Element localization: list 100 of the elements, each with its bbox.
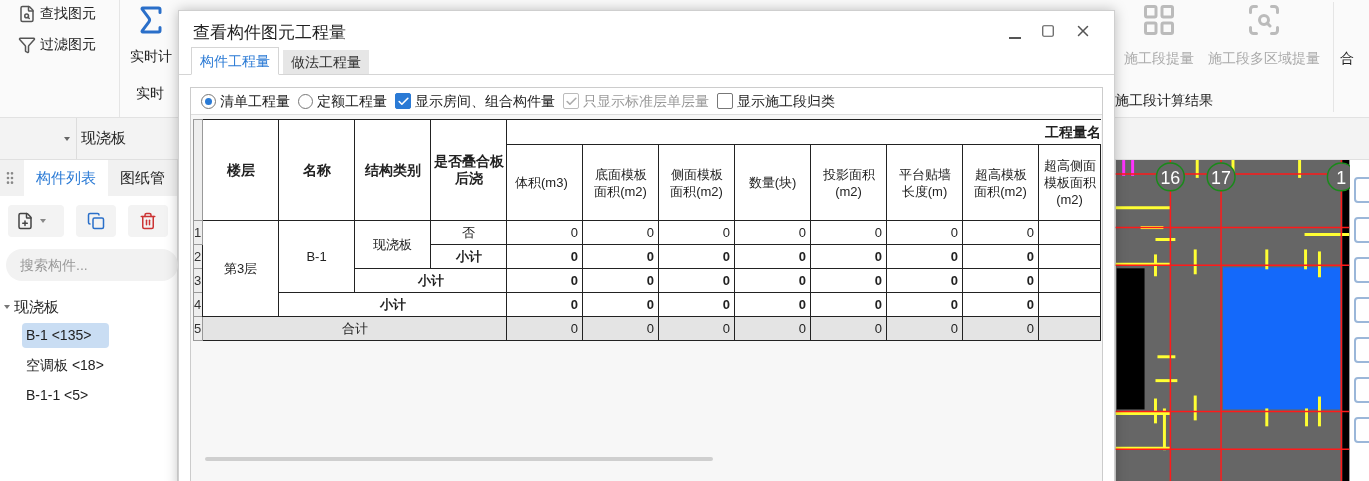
table-cell: 0 [962,292,1039,317]
table-cell: 0 [658,292,735,317]
table-cell: 0 [810,268,887,293]
tree-item[interactable]: 空调板 <18> [22,353,108,378]
dialog-tab[interactable]: 做法工程量 [283,50,369,74]
search-field[interactable]: 搜索构件... [6,249,178,281]
table-cell: 0 [886,220,963,245]
checkbox[interactable] [717,93,733,109]
new-button[interactable] [8,205,64,237]
checkbox[interactable] [395,93,411,109]
row-number: 5 [193,316,203,341]
panel-tab[interactable]: 构件列表 [24,160,108,196]
table-cell: 0 [734,220,811,245]
column-header: 楼层 [202,119,279,221]
scan-icon [1246,2,1282,38]
table-cell: 现浇板 [354,220,431,269]
table-cell: 0 [734,292,811,317]
table-cell: 0 [734,244,811,269]
dialog-title: 查看构件图元工程量 [193,22,347,45]
expand-caret-icon[interactable] [4,305,10,309]
group-header: 工程量名 [1044,124,1101,140]
table-cell: 0 [582,268,659,293]
column-header: 投影面积(m2) [810,144,887,221]
ribbon-item[interactable]: 过滤图元 [18,34,119,55]
table-cell: 0 [810,316,887,341]
delete-button[interactable] [128,205,168,237]
table-cell: 0 [962,268,1039,293]
column-header: 底面模板面积(m2) [582,144,659,221]
table-cell: 0 [658,268,735,293]
column-header: 体积(m3) [506,144,583,221]
table-cell: 0 [506,220,583,245]
table-cell: 0 [658,244,735,269]
column-header: 平台贴墙长度(m) [886,144,963,221]
group-label: 施工段计算结果 [1115,91,1214,110]
grid-icon [1141,2,1177,38]
group-label: 实时 [135,84,164,103]
table-cell: 0 [886,268,963,293]
radio-option[interactable]: 清单工程量 [201,90,290,112]
copy-button[interactable] [76,205,116,237]
column-header: 数量(块) [734,144,811,221]
minimize-icon [1009,37,1021,39]
table-cell: 否 [430,220,507,245]
table-cell: 0 [582,292,659,317]
table-cell: 小计 [430,244,507,269]
tree-item[interactable]: B-1-1 <5> [22,383,93,408]
row-number: 2 [193,244,203,269]
tree-item[interactable]: 现浇板 [14,295,59,319]
scrollbar[interactable] [205,457,713,461]
trash-icon [139,212,157,230]
copy-icon [87,212,105,230]
radio-button[interactable] [201,93,216,109]
table-cell: 0 [886,292,963,317]
table-cell: 0 [506,292,583,317]
table-cell: 0 [658,220,735,245]
table-cell: 0 [506,244,583,269]
table-cell: 0 [658,316,735,341]
checkbox-option[interactable]: 显示房间、组合构件量 [395,90,555,112]
filter-icon [18,35,36,54]
table-cell: 小计 [354,268,507,293]
column-header: 侧面模板面积(m2) [658,144,735,221]
table-cell: 小计 [278,292,507,317]
table-cell: 0 [506,316,583,341]
table-cell: 0 [734,316,811,341]
column-header: 是否叠合板后浇 [430,119,507,221]
table-cell: 0 [962,220,1039,245]
table-cell: 0 [810,292,887,317]
table-cell: 0 [506,268,583,293]
radio-option[interactable]: 定额工程量 [298,90,387,112]
checkbox-option[interactable]: 显示施工段归类 [717,90,835,112]
column-header: 超高模板面积(m2) [962,144,1039,221]
row-number: 1 [193,220,203,245]
table-cell: B-1 [278,220,355,293]
table-cell: 0 [810,244,887,269]
new-file-icon [16,212,34,230]
dialog-tab[interactable]: 构件工程量 [191,47,279,75]
column-header: 超高侧面模板面积(m2) [1038,144,1101,221]
row-number: 4 [193,292,203,317]
radio-button[interactable] [298,93,313,109]
caret-icon[interactable] [64,136,70,141]
ribbon-item[interactable]: 查找图元 [18,3,119,24]
cad-drawing: 16 17 1 [1115,160,1350,481]
ribbon-button[interactable]: 合 [1340,2,1354,69]
search-icon [18,4,36,23]
table-cell: 合计 [202,316,507,341]
tree-item[interactable]: B-1 <135> [22,323,110,348]
column-header: 名称 [278,119,355,221]
caret-icon [40,219,46,223]
table-cell: 0 [582,220,659,245]
maximize-icon [1041,24,1055,38]
table-cell: 0 [886,244,963,269]
table-cell: 0 [734,268,811,293]
calc-button[interactable]: 实时计 [130,0,172,67]
type-value[interactable]: 现浇板 [81,127,126,150]
table-cell: 0 [962,244,1039,269]
table-cell: 0 [810,220,887,245]
table-cell: 0 [886,316,963,341]
table-cell: 0 [962,316,1039,341]
column-header: 结构类别 [354,119,431,221]
table-cell: 0 [582,244,659,269]
row-number: 3 [193,268,203,293]
